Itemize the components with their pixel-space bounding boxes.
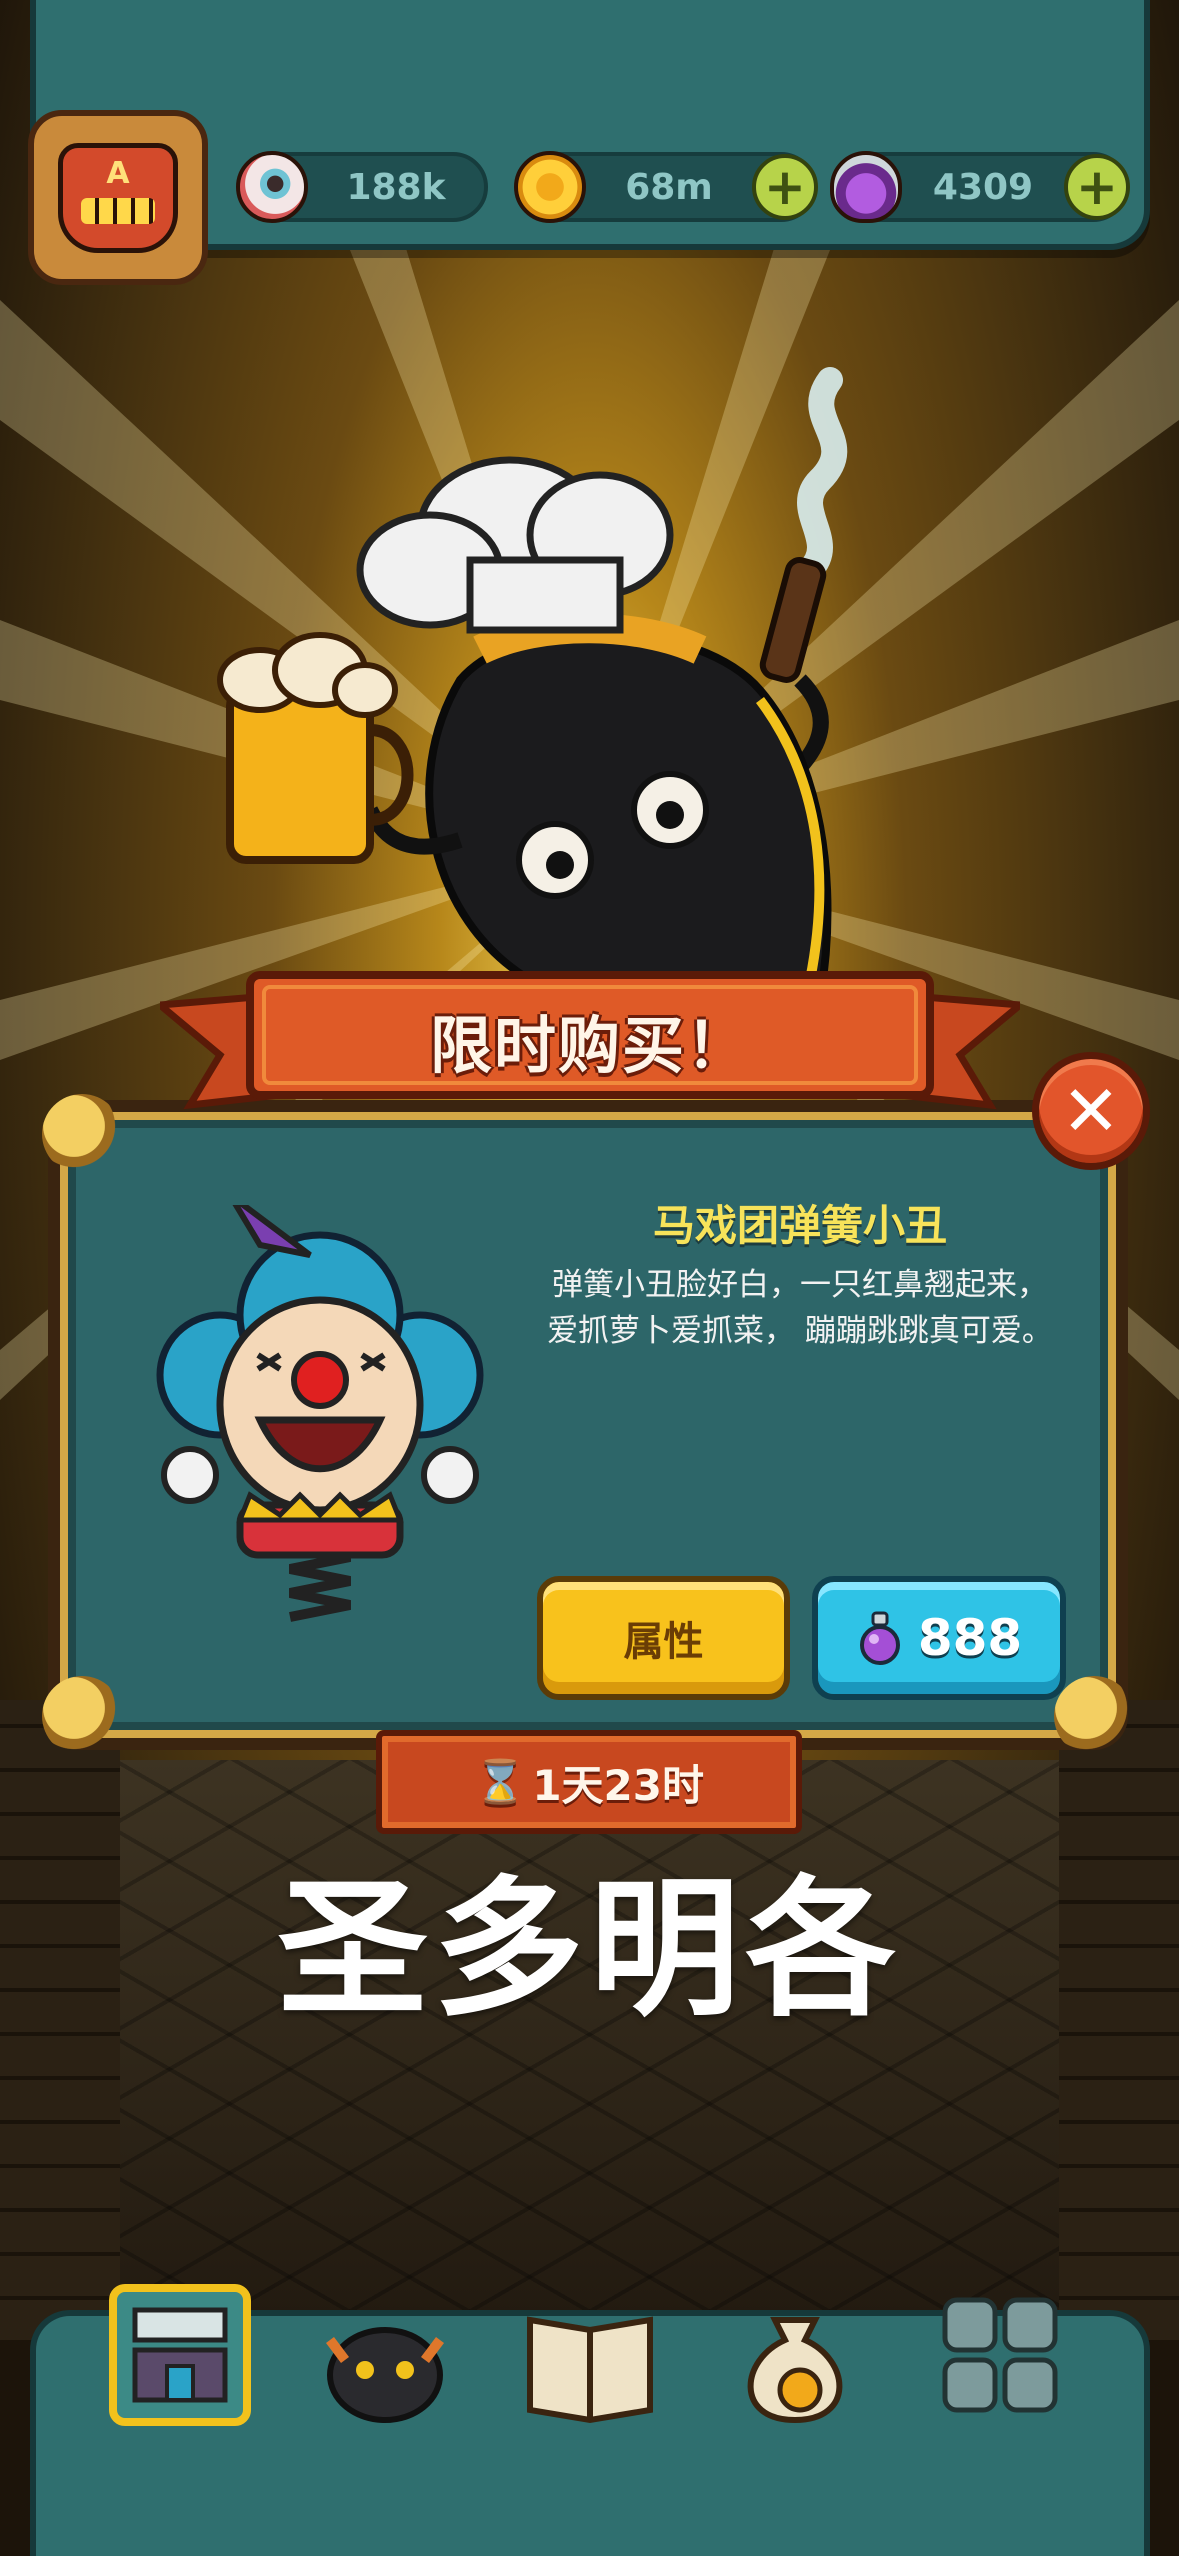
player-avatar[interactable]: A xyxy=(28,110,208,285)
item-description: 弹簧小丑脸好白，一只红鼻翘起来， 爱抓萝卜爱抓菜， 蹦蹦跳跳真可爱。 xyxy=(530,1262,1070,1354)
eyeball-counter: 188k xyxy=(236,151,488,223)
nav-book-icon[interactable] xyxy=(515,2280,665,2430)
potion-icon xyxy=(859,1611,900,1665)
offer-timer: ⌛ 1天23时 xyxy=(376,1730,802,1834)
location-caption: 圣多明各 xyxy=(277,1863,902,2037)
avatar-icon: A xyxy=(58,142,178,253)
nav-monsters-icon[interactable] xyxy=(310,2280,460,2430)
add-potions-button[interactable]: + xyxy=(1064,154,1130,220)
potion-counter: 4309 + xyxy=(830,151,1130,223)
chef-blob-mascot xyxy=(217,367,848,1000)
close-button[interactable]: ✕ xyxy=(1032,1052,1150,1170)
offer-title: 限时购买！ xyxy=(429,1009,750,1082)
coin-icon xyxy=(514,151,586,223)
potion-icon xyxy=(830,151,902,223)
close-icon: ✕ xyxy=(1061,1070,1121,1152)
attributes-button[interactable]: 属性 xyxy=(537,1576,790,1700)
timer-value: 1天23时 xyxy=(532,1760,704,1810)
item-name: 马戏团弹簧小丑 xyxy=(652,1201,947,1250)
panel-corner-ornament xyxy=(42,1094,122,1174)
nav-shop-icon[interactable] xyxy=(105,2280,255,2430)
spring-clown-illustration xyxy=(156,1205,484,1622)
add-coins-button[interactable]: + xyxy=(752,154,818,220)
coin-count: 68m xyxy=(625,166,713,208)
item-description-line: 爱抓萝卜爱抓菜， 蹦蹦跳跳真可爱。 xyxy=(547,1313,1053,1349)
buy-button[interactable]: 888 xyxy=(812,1576,1066,1700)
avatar-rank-letter: A xyxy=(106,155,130,191)
price-value: 888 xyxy=(917,1609,1023,1667)
hourglass-icon: ⌛ xyxy=(474,1757,527,1806)
panel-corner-ornament xyxy=(42,1676,122,1756)
dungeon-floor xyxy=(0,1760,1179,2320)
coin-counter: 68m + xyxy=(514,151,818,223)
panel-corner-ornament xyxy=(1054,1676,1134,1756)
nav-grid-menu-icon[interactable] xyxy=(925,2280,1075,2430)
eyeball-count: 188k xyxy=(346,166,446,208)
item-description-line: 弹簧小丑脸好白，一只红鼻翘起来， xyxy=(552,1267,1048,1303)
potion-count: 4309 xyxy=(932,166,1034,208)
eyeball-icon xyxy=(236,151,308,223)
nav-money-bag-icon[interactable] xyxy=(720,2280,870,2430)
